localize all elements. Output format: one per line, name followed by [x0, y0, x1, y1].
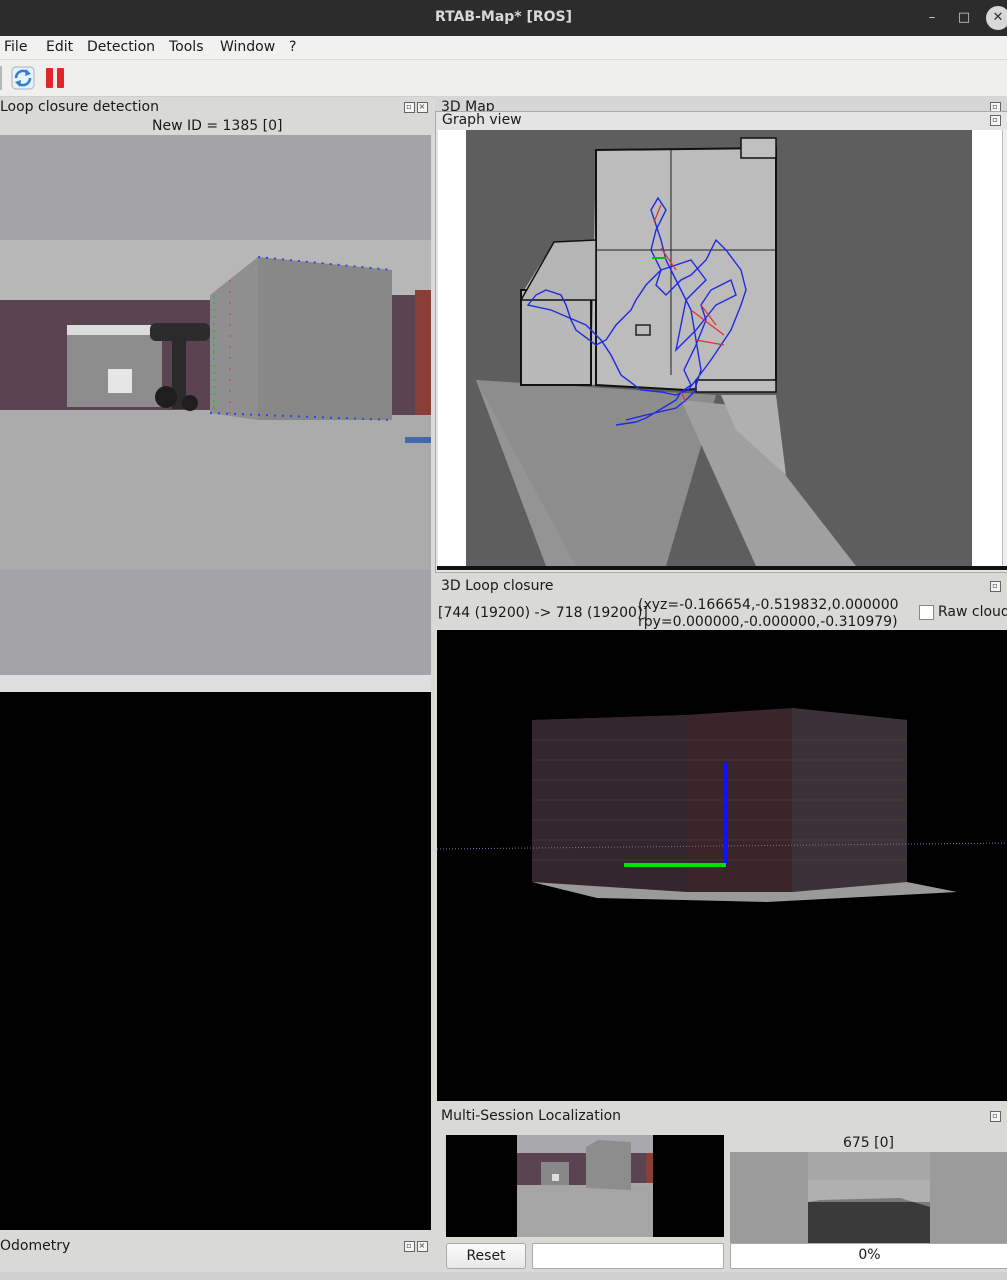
new-id-label: New ID = 1385 [0] [152, 118, 283, 134]
status-bar [0, 1272, 1007, 1280]
graph-view-dock-buttons: ▫ [988, 114, 1001, 126]
menu-detection[interactable]: Detection [87, 39, 155, 55]
window-titlebar: RTAB-Map* [ROS] – □ ✕ [0, 0, 1007, 36]
multi-session-title: Multi-Session Localization [441, 1108, 622, 1124]
toolbar-handle [0, 66, 2, 90]
raw-cloud-checkbox[interactable] [919, 605, 934, 620]
float-dock-icon[interactable]: ▫ [404, 1241, 415, 1252]
float-dock-icon[interactable]: ▫ [990, 581, 1001, 592]
raw-cloud-label: Raw cloud [938, 604, 1007, 620]
odometry-title: Odometry [0, 1238, 71, 1254]
maximize-button[interactable]: □ [954, 8, 974, 28]
odometry-view-area [0, 692, 431, 1230]
loop3d-transform: (xyz=-0.166654,-0.519832,0.000000 rpy=0.… [638, 597, 899, 631]
window-title: RTAB-Map* [ROS] [434, 9, 573, 25]
pause-icon[interactable] [44, 67, 66, 89]
graph-view-separator [437, 566, 1007, 570]
loop3d-title: 3D Loop closure [441, 578, 554, 594]
matched-image-thumbnail [730, 1152, 1007, 1243]
loop3d-dock-buttons: ▫ [988, 580, 1001, 592]
multi-session-text-field[interactable] [532, 1243, 724, 1269]
loop3d-view[interactable] [437, 630, 1007, 1101]
loop-closure-image [0, 135, 431, 675]
minimize-button[interactable]: – [922, 8, 942, 28]
localization-progress-bar: 0% [730, 1243, 1007, 1269]
panel-spacer [0, 675, 431, 692]
float-dock-icon[interactable]: ▫ [990, 1111, 1001, 1122]
menu-help[interactable]: ? [289, 39, 296, 55]
progress-text: 0% [858, 1247, 881, 1263]
close-dock-icon[interactable]: × [417, 102, 428, 113]
loop3d-link-label: [744 (19200) -> 718 (19200)] [438, 605, 648, 621]
loop-closure-dock-buttons: ▫ × [402, 101, 428, 113]
map3d-title: 3D Map [441, 99, 495, 111]
loop3d-xyz: (xyz=-0.166654,-0.519832,0.000000 [638, 597, 899, 613]
close-window-button[interactable]: ✕ [986, 6, 1007, 30]
float-dock-icon[interactable]: ▫ [990, 115, 1001, 126]
menu-edit[interactable]: Edit [46, 39, 73, 55]
multi-session-dock-buttons: ▫ [988, 1110, 1001, 1122]
loop-closure-detection-title: Loop closure detection [0, 99, 159, 115]
odometry-dock-buttons: ▫ × [402, 1240, 428, 1252]
menu-window[interactable]: Window [220, 39, 275, 55]
menu-file[interactable]: File [4, 39, 27, 55]
refresh-icon[interactable] [11, 66, 35, 90]
menu-bar: File Edit Detection Tools Window ? [0, 36, 1007, 60]
reset-button[interactable]: Reset [446, 1243, 526, 1269]
menu-tools[interactable]: Tools [169, 39, 204, 55]
main-toolbar [0, 60, 1007, 97]
loop3d-rpy: rpy=0.000000,-0.000000,-0.310979) [638, 614, 898, 630]
graph-view-title: Graph view [442, 112, 522, 128]
close-dock-icon[interactable]: × [417, 1241, 428, 1252]
graph-view-scrollbar[interactable] [1002, 130, 1007, 566]
float-dock-icon[interactable]: ▫ [404, 102, 415, 113]
current-image-thumbnail [446, 1135, 724, 1237]
node-id-label: 675 [0] [842, 1135, 894, 1151]
graph-view-map[interactable] [466, 130, 972, 566]
